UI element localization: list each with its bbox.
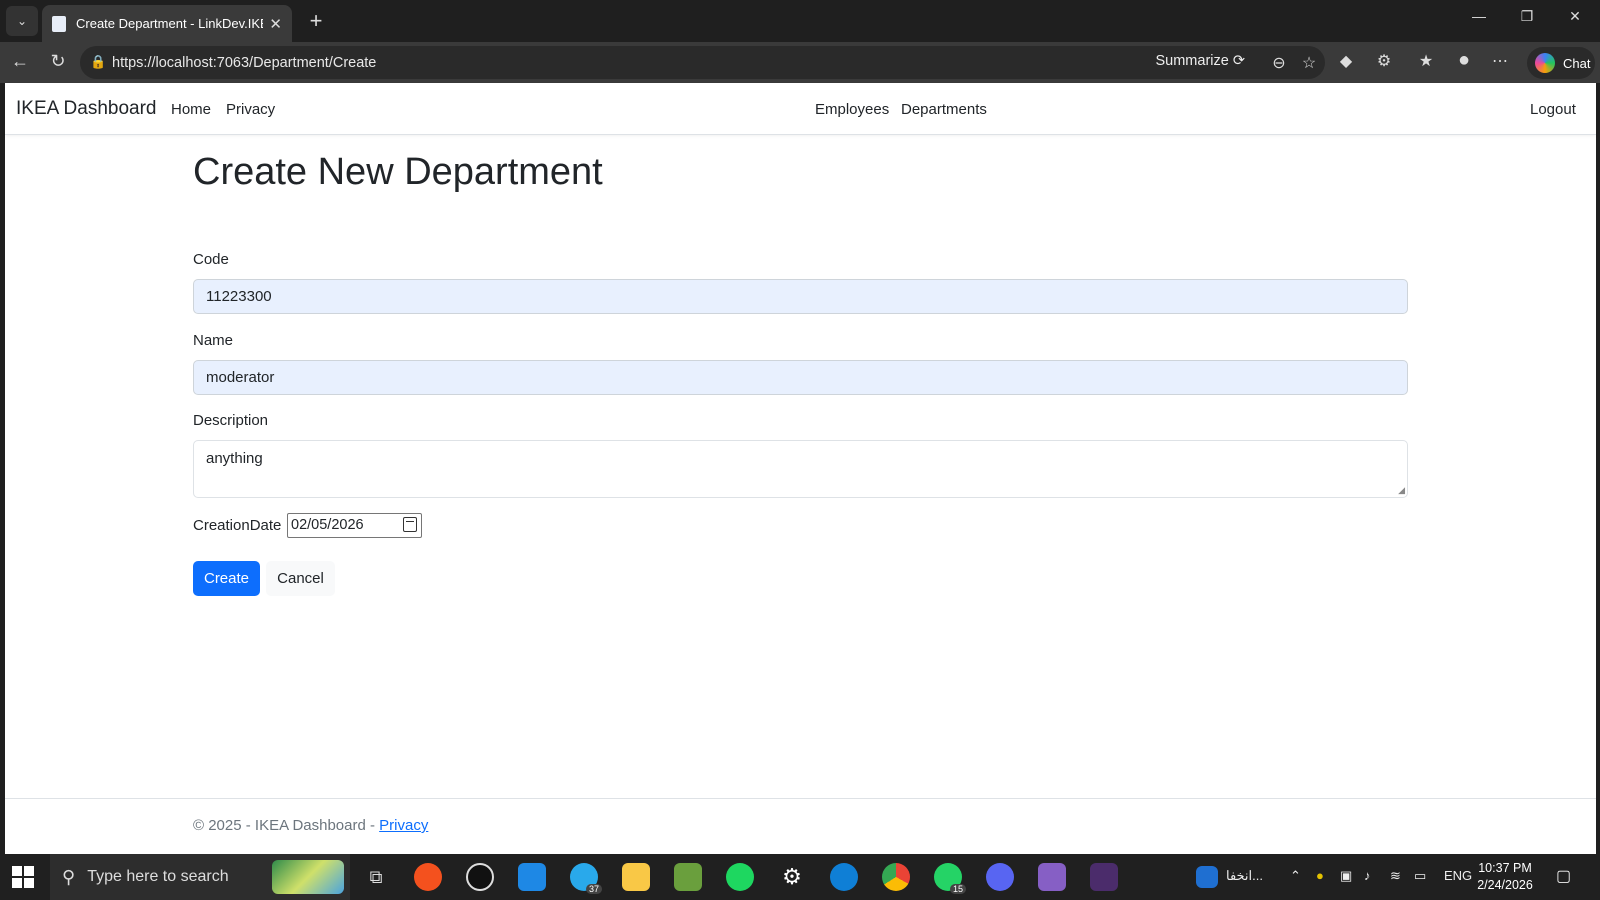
tab-list-button[interactable]: ⌄ bbox=[6, 6, 38, 36]
description-value: anything bbox=[206, 450, 263, 467]
language-indicator[interactable]: ENG bbox=[1444, 868, 1472, 883]
footer-text: © 2025 - IKEA Dashboard - Privacy bbox=[193, 817, 428, 834]
creation-date-label: CreationDate bbox=[193, 517, 282, 534]
cancel-button[interactable]: Cancel bbox=[266, 561, 335, 596]
extensions-icon[interactable]: ⚙ bbox=[1372, 51, 1396, 71]
description-label: Description bbox=[193, 412, 269, 429]
copyright-text: © 2025 - IKEA Dashboard - bbox=[193, 817, 380, 834]
nav-home[interactable]: Home bbox=[171, 101, 211, 118]
whatsapp-badge: 15 bbox=[949, 884, 966, 894]
terminal-icon[interactable] bbox=[1090, 863, 1118, 891]
chrome-icon[interactable] bbox=[882, 863, 910, 891]
page-favicon-icon bbox=[52, 15, 66, 32]
code-value: 11223300 bbox=[206, 288, 272, 305]
search-highlight-image bbox=[272, 860, 344, 894]
settings-gear-icon[interactable]: ⚙ bbox=[778, 863, 806, 891]
snipping-tool-icon[interactable] bbox=[674, 863, 702, 891]
search-icon: ⚲ bbox=[62, 866, 76, 887]
back-arrow-icon[interactable]: ← bbox=[8, 51, 32, 72]
calendar-icon[interactable] bbox=[403, 517, 417, 532]
minimize-button[interactable]: — bbox=[1456, 8, 1502, 24]
favorite-star-icon[interactable]: ☆ bbox=[1297, 53, 1321, 73]
name-value: moderator bbox=[206, 369, 275, 386]
chat-label: Chat bbox=[1563, 55, 1591, 71]
favorites-icon[interactable]: ★ bbox=[1414, 51, 1438, 71]
wifi-icon[interactable]: ≋ bbox=[1390, 868, 1401, 884]
edge-browser-icon[interactable] bbox=[830, 863, 858, 891]
reload-icon[interactable]: ↻ bbox=[46, 51, 70, 72]
tab-close-icon[interactable]: ✕ bbox=[269, 15, 282, 33]
creation-date-input[interactable]: 02/05/2026 bbox=[287, 513, 422, 538]
name-input[interactable]: moderator bbox=[193, 360, 1408, 395]
creation-date-value: 02/05/2026 bbox=[291, 517, 364, 533]
footer-privacy-link[interactable]: Privacy bbox=[379, 817, 428, 834]
status-tray-icon[interactable]: ● bbox=[1316, 868, 1324, 883]
telegram-badge: 37 bbox=[585, 884, 602, 894]
nav-departments[interactable]: Departments bbox=[901, 101, 987, 118]
new-tab-button[interactable]: + bbox=[302, 8, 330, 34]
more-options-icon[interactable]: ⋯ bbox=[1488, 51, 1512, 71]
close-window-button[interactable]: ✕ bbox=[1552, 8, 1598, 25]
profile-avatar-icon[interactable]: ● bbox=[1452, 49, 1476, 72]
windows-start-icon[interactable] bbox=[12, 866, 34, 888]
postman-icon[interactable] bbox=[414, 863, 442, 891]
name-label: Name bbox=[193, 332, 234, 349]
chevron-up-icon[interactable]: ⌃ bbox=[1290, 868, 1301, 884]
resize-grip-icon[interactable]: ◢ bbox=[1398, 485, 1405, 496]
web-page: IKEA Dashboard Home Privacy Employees De… bbox=[5, 83, 1596, 854]
clock-date: 2/24/2026 bbox=[1477, 878, 1533, 892]
summarize-button[interactable]: Summarize ⟳ bbox=[1155, 53, 1245, 69]
brand-link[interactable]: IKEA Dashboard bbox=[16, 98, 156, 120]
app-navbar: IKEA Dashboard Home Privacy Employees De… bbox=[5, 83, 1596, 135]
description-textarea[interactable]: anything ◢ bbox=[193, 440, 1408, 498]
notification-center-icon[interactable]: ▢ bbox=[1556, 866, 1571, 886]
copilot-icon bbox=[1535, 53, 1555, 73]
search-placeholder: Type here to search bbox=[87, 868, 229, 885]
tab-title: Create Department - LinkDev.IKEA bbox=[76, 16, 264, 31]
spotify-icon[interactable] bbox=[726, 863, 754, 891]
create-button[interactable]: Create bbox=[193, 561, 260, 596]
code-label: Code bbox=[193, 251, 229, 268]
whatsapp-icon[interactable]: 15 bbox=[934, 863, 966, 894]
clock-time: 10:37 PM bbox=[1478, 861, 1532, 875]
restore-button[interactable]: ❐ bbox=[1504, 8, 1550, 25]
outlook-icon[interactable] bbox=[1196, 866, 1218, 888]
visual-studio-icon[interactable] bbox=[1038, 863, 1066, 891]
summarize-label: Summarize bbox=[1155, 53, 1229, 69]
nav-privacy[interactable]: Privacy bbox=[226, 101, 275, 118]
address-bar[interactable]: 🔒 https://localhost:7063/Department/Crea… bbox=[80, 46, 1325, 79]
browser-tab-bar: ⌄ Create Department - LinkDev.IKEA ✕ + —… bbox=[0, 0, 1600, 42]
volume-icon[interactable]: ♪ bbox=[1364, 868, 1371, 883]
nav-employees[interactable]: Employees bbox=[815, 101, 889, 118]
camera-tray-icon[interactable]: ▣ bbox=[1340, 868, 1352, 884]
extension-color-icon[interactable]: ◆ bbox=[1334, 51, 1358, 71]
browser-tab-active[interactable]: Create Department - LinkDev.IKEA ✕ bbox=[42, 5, 292, 42]
site-info-icon[interactable]: 🔒 bbox=[90, 54, 106, 70]
task-view-icon[interactable]: ⧉ bbox=[362, 863, 390, 891]
browser-toolbar: ← ↻ 🔒 https://localhost:7063/Department/… bbox=[0, 42, 1600, 83]
code-input[interactable]: 11223300 bbox=[193, 279, 1408, 314]
windows-taskbar: ⚲ Type here to search ⧉ 37 ⚙ 15 انخفا...… bbox=[0, 854, 1600, 900]
discord-icon[interactable] bbox=[986, 863, 1014, 891]
taskbar-clock[interactable]: 10:37 PM 2/24/2026 bbox=[1470, 860, 1540, 894]
copilot-chat-button[interactable]: Chat bbox=[1527, 47, 1595, 79]
url-text: https://localhost:7063/Department/Create bbox=[112, 54, 377, 71]
page-title: Create New Department bbox=[193, 151, 603, 193]
taskbar-search[interactable]: ⚲ Type here to search bbox=[50, 854, 350, 900]
battery-icon[interactable]: ▭ bbox=[1414, 868, 1426, 884]
telegram-icon[interactable]: 37 bbox=[570, 863, 602, 894]
chevron-down-icon: ⌄ bbox=[16, 14, 28, 28]
logout-link[interactable]: Logout bbox=[1530, 101, 1576, 118]
file-explorer-icon[interactable] bbox=[622, 863, 650, 891]
vscode-icon[interactable] bbox=[518, 863, 546, 891]
zoom-icon[interactable]: ⊖ bbox=[1267, 53, 1291, 73]
notification-app-text[interactable]: انخفا... bbox=[1226, 868, 1263, 884]
github-icon[interactable] bbox=[466, 863, 494, 891]
page-footer: © 2025 - IKEA Dashboard - Privacy bbox=[5, 798, 1596, 854]
